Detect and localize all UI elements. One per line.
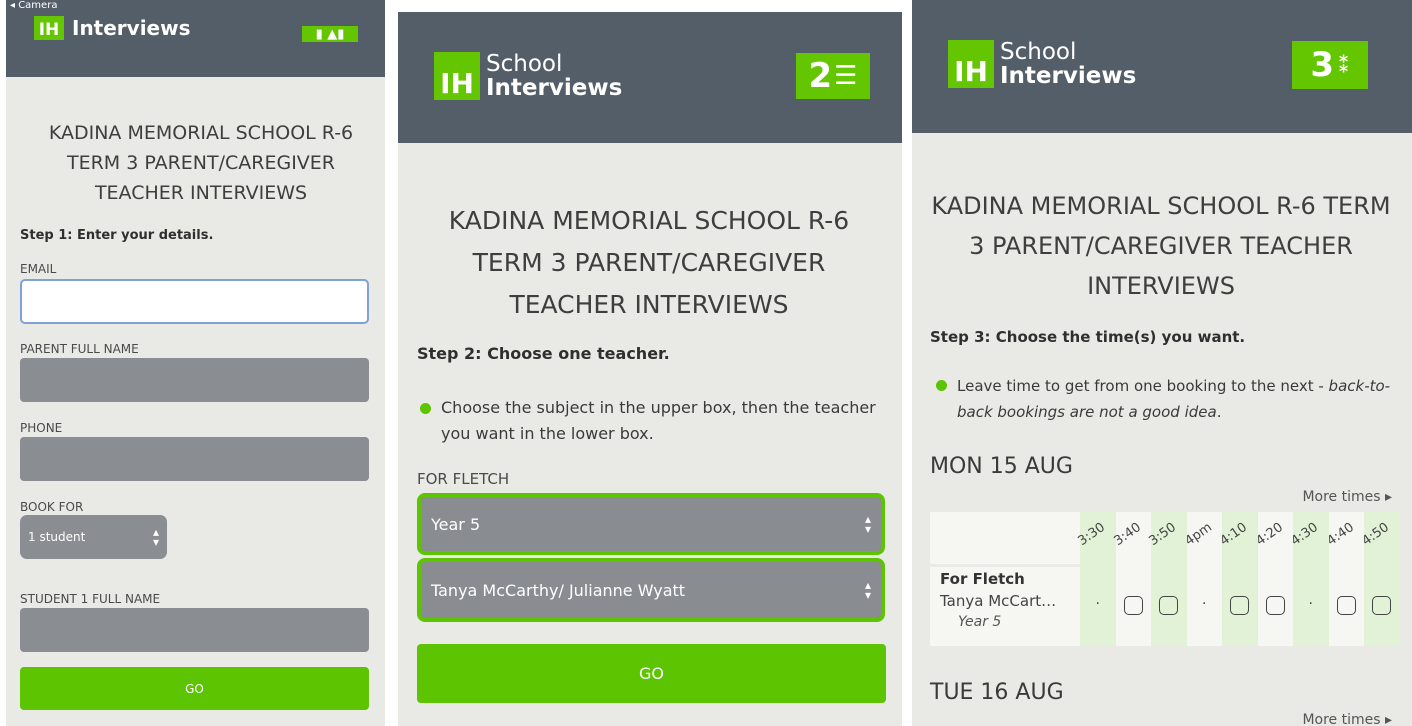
more-times-link[interactable]: More times ▸ [1302,489,1392,505]
step-badge-icon: ▮ ▲▮ [302,26,358,42]
checkbox-icon [1372,596,1392,615]
go-button[interactable]: GO [20,667,369,710]
step-heading: Step 1: Enter your details. [20,228,214,243]
email-field[interactable] [20,279,369,324]
time-slot-grid: For Fletch Tanya McCart… Year 5 3:30 · 3:4… [930,512,1400,646]
step-heading: Step 2: Choose one teacher. [417,344,670,363]
step-3-badge-icon: 3 ⁑ [1292,41,1368,89]
app-header: ◂ Camera IH Interviews ▮ ▲▮ [6,0,385,77]
unavailable-slot: · [1095,596,1100,612]
instruction-bullet: Leave time to get from one booking to th… [936,373,1396,425]
parent-name-field[interactable] [20,358,369,402]
book-for-select[interactable]: 1 student ▴ ▾ [20,515,167,559]
phone-field[interactable] [20,437,369,481]
checkbox-icon [1265,596,1285,615]
chevron-updown-icon: ▴ ▾ [152,525,159,549]
chevron-updown-icon: ▴ ▾ [864,578,871,602]
row-student-name: For Fletch [940,570,1025,588]
checkbox-icon [1230,596,1250,615]
page-title: KADINA MEMORIAL SCHOOL R-6 TERM 3 PARENT… [448,206,850,319]
school-interviews-logo: IH School Interviews [948,40,1136,88]
subject-value: Year 5 [431,514,481,534]
student-name-label: STUDENT 1 FULL NAME [20,592,161,606]
day-heading: TUE 16 AUG [930,680,1064,705]
unavailable-slot: · [1202,596,1207,612]
app-header: IH School Interviews 2 ☰ [398,12,902,143]
screen-step-2: IH School Interviews 2 ☰ KADINA MEMORIAL … [398,12,902,726]
app-header: IH School Interviews 3 ⁑ [912,0,1412,133]
go-button[interactable]: GO [417,644,886,703]
logo-text: Interviews [72,15,191,40]
row-teacher-name: Tanya McCart… [940,592,1057,610]
logo-mark-icon: IH [948,40,994,89]
school-interviews-logo: IH Interviews [34,16,191,40]
school-interviews-logo: IH School Interviews [434,52,622,100]
logo-text: School Interviews [1000,39,1137,90]
time-slot-checkbox[interactable] [1151,596,1187,619]
time-slot-checkbox[interactable] [1116,596,1152,619]
for-student-label: FOR FLETCH [417,470,510,488]
time-slot-checkbox[interactable] [1258,596,1294,619]
chevron-updown-icon: ▴ ▾ [864,512,871,536]
email-label: EMAIL [20,262,57,276]
status-back-link[interactable]: ◂ Camera [10,0,57,11]
logo-mark-icon: IH [34,16,64,40]
step-heading: Step 3: Choose the time(s) you want. [930,328,1246,346]
checkbox-icon [1123,596,1143,615]
book-for-label: BOOK FOR [20,500,84,514]
checkbox-icon [1336,596,1356,615]
step-2-badge-icon: 2 ☰ [796,53,870,99]
row-subject: Year 5 [958,614,1002,630]
logo-text: School Interviews [486,51,623,102]
time-slot-checkbox[interactable] [1222,596,1258,619]
phone-label: PHONE [20,421,63,435]
screen-step-3: IH School Interviews 3 ⁑ KADINA MEMORIAL … [912,0,1412,726]
screen-step-1: ◂ Camera IH Interviews ▮ ▲▮ KADINA MEMOR… [6,0,385,726]
book-for-value: 1 student [28,530,86,544]
student-name-field[interactable] [20,608,369,652]
instruction-bullet: Choose the subject in the upper box, the… [420,395,890,447]
day-heading: MON 15 AUG [930,454,1073,479]
more-times-link[interactable]: More times ▸ [1302,712,1392,726]
subject-select[interactable]: Year 5 ▴ ▾ [417,493,885,555]
logo-mark-icon: IH [434,52,480,101]
time-slot-checkbox[interactable] [1329,596,1365,619]
parent-name-label: PARENT FULL NAME [20,342,139,356]
checkbox-icon [1159,596,1179,615]
teacher-value: Tanya McCarthy/ Julianne Wyatt [431,580,686,600]
page-title: KADINA MEMORIAL SCHOOL R-6 TERM 3 PARENT… [48,122,354,204]
bullet-dot-icon [420,403,431,414]
unavailable-slot: · [1308,596,1313,612]
page-title: KADINA MEMORIAL SCHOOL R-6 TERM 3 PARENT… [931,192,1391,300]
bullet-dot-icon [936,380,947,391]
time-slot-checkbox[interactable] [1364,596,1400,619]
teacher-select[interactable]: Tanya McCarthy/ Julianne Wyatt ▴ ▾ [417,558,885,622]
